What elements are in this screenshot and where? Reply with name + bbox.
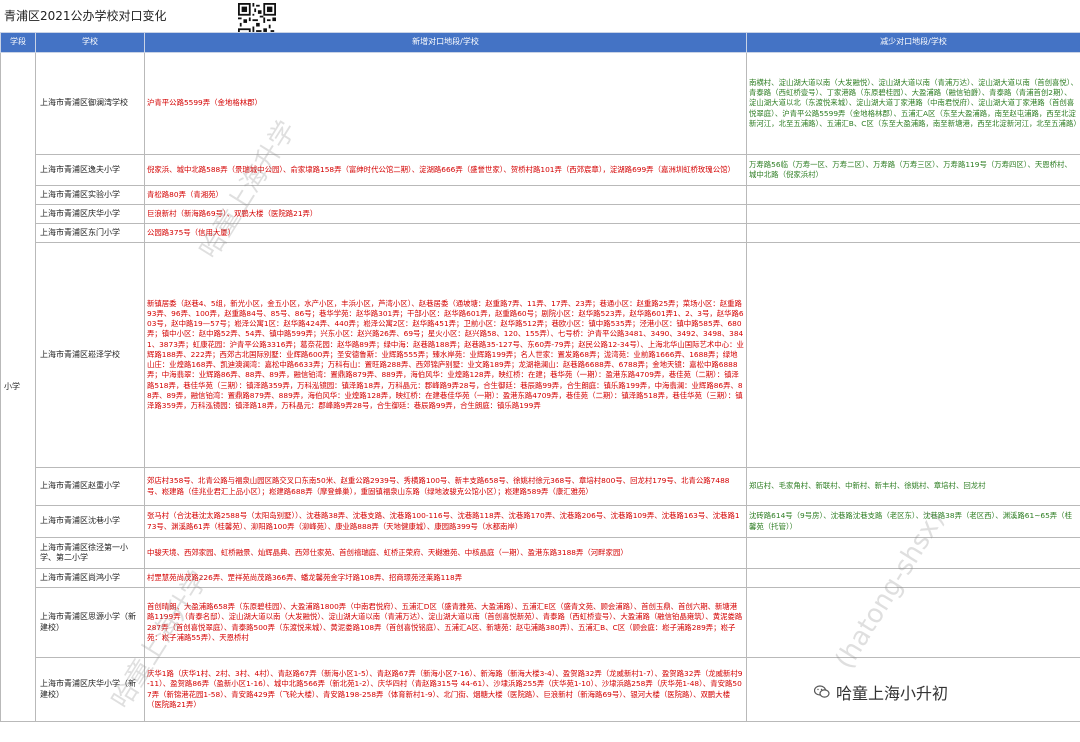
- table-row: 上海市青浦区徐泾第一小学、第二小学 中骏天境、西郊家园、虹桥融景、灿辉晶典、西郊…: [1, 537, 1080, 569]
- school-cell: 上海市青浦区实验小学: [35, 185, 145, 205]
- removed-cell: 南横村、淀山湖大道以南（大发融悦）、淀山湖大道以南（青浦万达）、淀山湖大道以南（…: [746, 52, 1080, 155]
- school-cell: 上海市青浦区尚鸿小学: [35, 568, 145, 588]
- school-cell: 上海市青浦区沈巷小学: [35, 505, 145, 538]
- table-header-row: 学段 学校 新增对口地段/学校 减少对口地段/学校: [0, 32, 1080, 53]
- removed-cell: [746, 242, 1080, 468]
- table-row: 上海市青浦区逸夫小学 倪家浜、城中北路588弄（景瑞城中公园）、俞家埭路158弄…: [1, 154, 1080, 186]
- school-cell: 上海市青浦区赵重小学: [35, 467, 145, 506]
- added-cell: 庆华1路（庆华1村、2村、3村、4村）、青赵路67弄（新海小区1-5）、青赵路6…: [144, 657, 747, 722]
- school-change-table: 学段 学校 新增对口地段/学校 减少对口地段/学校 小学 上海市青浦区御澜湾学校…: [0, 32, 1080, 722]
- header-school: 学校: [35, 32, 145, 53]
- added-cell: 公园路375号（信用大厦）: [144, 223, 747, 243]
- added-cell: 郊店村358号、北青公路与福泉山园区路交叉口东南50米、赵重公路2939号、秀横…: [144, 467, 747, 506]
- header-added: 新增对口地段/学校: [144, 32, 747, 53]
- removed-cell: 万寿路56临（万寿一区、万寿二区）、万寿路（万寿三区）、万寿路119号（万寿四区…: [746, 154, 1080, 186]
- table-row: 上海市青浦区思源小学（新建校） 首创晴朗、大盈浦路658弄（东原碧桂园）、大盈浦…: [1, 587, 1080, 658]
- removed-cell: 郑店村、毛家角村、新联村、中新村、新丰村、徐姚村、章培村、回龙村: [746, 467, 1080, 506]
- school-cell: 上海市青浦区御澜湾学校: [35, 52, 145, 155]
- brand-signature: 哈童上海小升初: [814, 681, 948, 703]
- school-cell: 上海市青浦区庆华小学: [35, 204, 145, 224]
- table-row: 上海市青浦区实验小学 青松路80弄（青湘苑）: [1, 185, 1080, 205]
- school-cell: 上海市青浦区思源小学（新建校）: [35, 587, 145, 658]
- school-cell: 上海市青浦区东门小学: [35, 223, 145, 243]
- header-removed: 减少对口地段/学校: [746, 32, 1080, 53]
- table-row: 上海市青浦区沈巷小学 张马村（合沈巷沈太路2588号（太阳岛别墅））、沈巷路38…: [1, 505, 1080, 538]
- school-cell: 上海市青浦区崧泽学校: [35, 242, 145, 468]
- header-level: 学段: [0, 32, 36, 53]
- added-cell: 沪青平公路5599弄（金地格林郡）: [144, 52, 747, 155]
- added-cell: 首创晴朗、大盈浦路658弄（东原碧桂园）、大盈浦路1800弄（中南君悦府）、五浦…: [144, 587, 747, 658]
- added-cell: 中骏天境、西郊家园、虹桥融景、灿辉晶典、西郊仕家苑、首创禧瑞庭、虹桥正荣府、天樾…: [144, 537, 747, 569]
- removed-cell: [746, 204, 1080, 224]
- added-cell: 倪家浜、城中北路588弄（景瑞城中公园）、俞家埭路158弄（富绅时代公馆二期）、…: [144, 154, 747, 186]
- removed-cell: 沈砖路614号（9号房）、沈巷路沈巷支路（老区东）、沈巷路38弄（老区西）、渊溪…: [746, 505, 1080, 538]
- added-cell: 村罡慧苑尚茂路226弄、罡祥苑尚茂路366弄、蟠龙馨苑金字圩路108弄、招商璟苑…: [144, 568, 747, 588]
- page-title: 青浦区2021公办学校对口变化: [4, 9, 167, 23]
- title-row: 青浦区2021公办学校对口变化: [0, 0, 1080, 41]
- table-row: 上海市青浦区赵重小学 郊店村358号、北青公路与福泉山园区路交叉口东南50米、赵…: [1, 467, 1080, 506]
- school-cell: 上海市青浦区徐泾第一小学、第二小学: [35, 537, 145, 569]
- table-row: 上海市青浦区崧泽学校 新镇居委（赵巷4、5组，新光小区，金五小区，水产小区，丰浜…: [1, 242, 1080, 468]
- table-row: 小学 上海市青浦区御澜湾学校 沪青平公路5599弄（金地格林郡） 南横村、淀山湖…: [0, 52, 1080, 722]
- level-cell: 小学: [0, 52, 36, 722]
- removed-cell: [746, 587, 1080, 658]
- brand-text: 哈童上海小升初: [836, 684, 949, 703]
- added-cell: 巨浪新村（新海路69号）、双鹏大楼（医院路21弄）: [144, 204, 747, 224]
- removed-cell: [746, 568, 1080, 588]
- table-row: 上海市青浦区东门小学 公园路375号（信用大厦）: [1, 223, 1080, 243]
- added-cell: 新镇居委（赵巷4、5组，新光小区，金五小区，水产小区，丰浜小区，芦湾小区）、赵巷…: [144, 242, 747, 468]
- added-cell: 青松路80弄（青湘苑）: [144, 185, 747, 205]
- removed-cell: [746, 185, 1080, 205]
- school-cell: 上海市青浦区庆华小学（新建校）: [35, 657, 145, 722]
- table-row: 上海市青浦区庆华小学 巨浪新村（新海路69号）、双鹏大楼（医院路21弄）: [1, 204, 1080, 224]
- removed-cell: [746, 537, 1080, 569]
- added-cell: 张马村（合沈巷沈太路2588号（太阳岛别墅））、沈巷路38弄、沈巷支路、沈巷路1…: [144, 505, 747, 538]
- school-cell: 上海市青浦区逸夫小学: [35, 154, 145, 186]
- page: 青浦区2021公办学校对口变化 学段 学校 新增对口地段/学校 减少对口地段/学…: [0, 0, 1080, 742]
- wechat-icon: [814, 685, 830, 698]
- table-row: 上海市青浦区尚鸿小学 村罡慧苑尚茂路226弄、罡祥苑尚茂路366弄、蟠龙馨苑金字…: [1, 568, 1080, 588]
- removed-cell: [746, 223, 1080, 243]
